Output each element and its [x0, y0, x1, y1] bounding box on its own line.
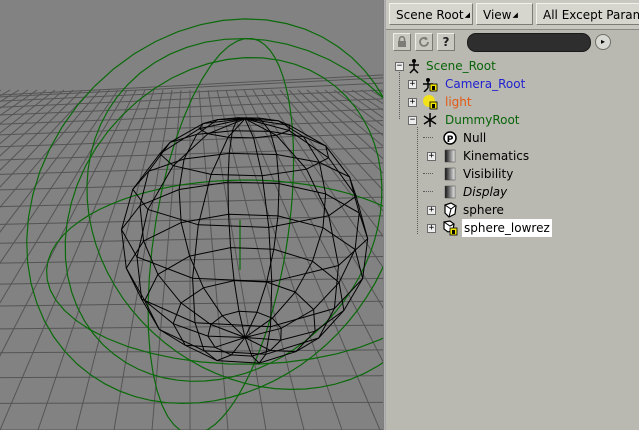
grid-line — [0, 89, 101, 209]
light-node-icon — [423, 95, 438, 110]
grid-line — [207, 89, 267, 430]
green-ring-curve — [26, 18, 383, 405]
tree-item-label: Null — [463, 131, 487, 145]
tree-item-label: Camera_Root — [445, 77, 526, 91]
filter-dropdown[interactable]: All Except Params — [536, 3, 639, 25]
grid-line — [75, 89, 164, 430]
grid-line — [0, 89, 128, 304]
svg-text:P: P — [447, 135, 454, 145]
grid-line — [0, 89, 74, 157]
search-filter-field[interactable] — [467, 33, 591, 52]
view-dropdown[interactable]: View◢ — [476, 3, 533, 25]
tree-item-dummy-root[interactable]: − DummyRoot — [386, 111, 639, 129]
polymesh-icon — [444, 202, 457, 218]
expand-icon[interactable]: + — [427, 224, 436, 233]
explorer-toolbar: Scene Root◢ View◢ All Except Params — [386, 0, 639, 30]
grid-line — [0, 89, 29, 109]
grid-line — [0, 277, 383, 285]
scene-root-dropdown[interactable]: Scene Root◢ — [389, 3, 473, 25]
scene-explorer-panel: Scene Root◢ View◢ All Except Params ? ▸ … — [386, 0, 639, 430]
grid-line — [0, 120, 383, 136]
refresh-icon[interactable] — [415, 33, 433, 51]
sphere-wire-longitude — [244, 118, 369, 341]
collapse-icon[interactable]: − — [408, 116, 417, 125]
dropdown-arrow-icon: ◢ — [512, 11, 518, 19]
tree-item-sphere-lowrez[interactable]: + sphere_lowrez — [386, 219, 639, 237]
view-dropdown-label: View — [483, 8, 512, 22]
grid-line — [0, 89, 146, 430]
tree-item-display[interactable]: Display — [386, 183, 639, 201]
grid-line — [0, 89, 137, 357]
viewport-canvas[interactable] — [0, 0, 383, 430]
tree-item-camera-root[interactable]: + Camera_Root — [386, 75, 639, 93]
grid-line — [0, 89, 38, 117]
grid-line — [0, 375, 383, 379]
model-node-icon — [409, 59, 419, 74]
null-node-icon — [423, 113, 437, 127]
sphere-wire-longitude — [227, 117, 246, 338]
tree-item-label: sphere_lowrez — [462, 219, 552, 237]
scene-root-dropdown-label: Scene Root — [396, 8, 464, 22]
grid-line — [0, 162, 383, 175]
property-icon — [444, 149, 456, 163]
grid-line — [0, 77, 383, 98]
expand-icon[interactable]: + — [408, 80, 417, 89]
expand-icon[interactable]: + — [408, 98, 417, 107]
tree-item-visibility[interactable]: Visibility — [386, 165, 639, 183]
expand-icon[interactable]: + — [427, 206, 436, 215]
tree-item-label: Display — [463, 185, 508, 199]
tree-item-label: Kinematics — [463, 149, 530, 163]
tree-item-light[interactable]: + light — [386, 93, 639, 111]
help-icon[interactable]: ? — [437, 33, 455, 51]
tree-item-null[interactable]: P Null — [386, 129, 639, 147]
grid-line — [270, 89, 383, 237]
property-icon — [444, 167, 456, 181]
property-icon — [444, 185, 456, 199]
primitive-icon: P — [443, 131, 457, 145]
tree-item-label: Scene_Root — [426, 59, 496, 73]
3d-viewport[interactable] — [0, 0, 383, 430]
grid-line — [288, 89, 383, 191]
tree-item-sphere[interactable]: + sphere — [386, 201, 639, 219]
lock-icon[interactable] — [393, 33, 411, 51]
grid-line — [0, 349, 383, 354]
collapse-icon[interactable]: − — [395, 62, 404, 71]
camera-node-icon — [423, 78, 438, 92]
tree-item-label: light — [445, 95, 472, 109]
grid-line — [0, 89, 2, 92]
tree-item-label: sphere — [463, 203, 504, 217]
filter-dropdown-label: All Except Params — [543, 8, 639, 22]
tree-item-scene-root[interactable]: − Scene_Root — [386, 57, 639, 75]
tree-item-label: DummyRoot — [445, 113, 520, 127]
expand-icon[interactable]: + — [427, 152, 436, 161]
polymesh-icon — [443, 220, 458, 236]
tree-item-label: Visibility — [463, 167, 514, 181]
tree-item-kinematics[interactable]: + Kinematics — [386, 147, 639, 165]
dropdown-arrow-icon: ◢ — [464, 11, 470, 19]
grid-line — [0, 89, 47, 125]
grid-line — [0, 89, 92, 188]
grid-line — [360, 89, 383, 105]
filter-go-icon[interactable]: ▸ — [595, 34, 611, 50]
help-glyph: ? — [442, 35, 450, 49]
